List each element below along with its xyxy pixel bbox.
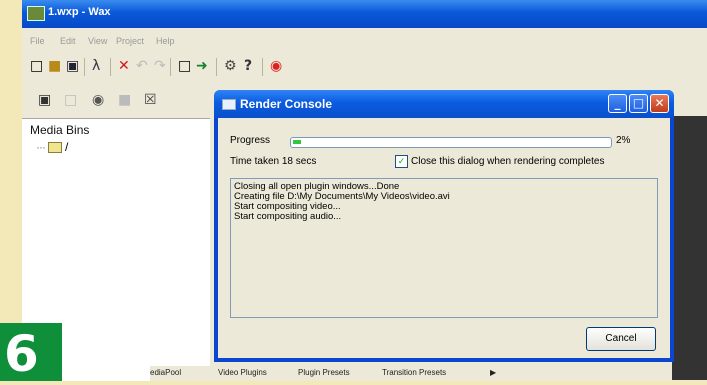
- window-icon[interactable]: □: [178, 56, 191, 76]
- app-icon: [27, 6, 45, 21]
- separator: [84, 58, 85, 76]
- media-icon[interactable]: □: [64, 90, 77, 110]
- close-icon[interactable]: ✕: [650, 94, 669, 113]
- redo-icon[interactable]: ↷: [154, 56, 166, 76]
- menu-project[interactable]: Project: [116, 36, 144, 46]
- folder-icon[interactable]: ■: [118, 90, 131, 110]
- save-icon[interactable]: ▣: [66, 56, 79, 76]
- progress-percent: 2%: [616, 135, 631, 146]
- tab-media-pool[interactable]: ediaPool: [150, 368, 181, 377]
- bottom-tabs: ediaPool Video Plugins Plugin Presets Tr…: [150, 366, 510, 381]
- render-log: Closing all open plugin windows...Done C…: [230, 178, 658, 318]
- menu-edit[interactable]: Edit: [60, 36, 76, 46]
- media-bins-title: Media Bins: [30, 123, 90, 137]
- tab-transition-presets[interactable]: Transition Presets: [382, 368, 446, 377]
- window-title-bar[interactable]: 1.wxp - Wax: [22, 0, 707, 28]
- menu-help[interactable]: Help: [156, 36, 175, 46]
- tab-scroll-right[interactable]: ▶: [490, 368, 496, 377]
- preview-panel: [672, 116, 707, 380]
- progress-bar: [290, 137, 612, 148]
- menu-view[interactable]: View: [88, 36, 107, 46]
- separator: [170, 58, 171, 76]
- minimize-icon[interactable]: _: [608, 94, 627, 113]
- close-on-complete-checkbox[interactable]: ✓: [395, 155, 408, 168]
- settings-icon[interactable]: ⚙: [224, 56, 237, 76]
- log-line: Start compositing audio...: [234, 211, 342, 222]
- tab-video-plugins[interactable]: Video Plugins: [218, 368, 267, 377]
- help-icon[interactable]: ?: [244, 56, 252, 76]
- menu-bar: File Edit View Project Help: [22, 28, 707, 52]
- separator: [262, 58, 263, 76]
- tree-item-label: /: [65, 140, 69, 154]
- delete-icon[interactable]: ✕: [118, 56, 130, 76]
- folder-icon: [48, 142, 62, 154]
- time-taken: Time taken 18 secs: [230, 156, 317, 167]
- window-title: 1.wxp - Wax: [48, 6, 111, 18]
- dialog-title: Render Console: [240, 97, 333, 111]
- media-bin-root[interactable]: ··· /: [36, 140, 68, 154]
- undo-icon[interactable]: ↶: [136, 56, 148, 76]
- step-badge: 6: [0, 323, 62, 383]
- tab-plugin-presets[interactable]: Plugin Presets: [298, 368, 350, 377]
- progress-fill: [293, 140, 301, 144]
- remove-icon[interactable]: ☒: [144, 90, 157, 110]
- console-icon: [222, 99, 236, 110]
- new-icon[interactable]: □: [30, 56, 43, 76]
- export-icon[interactable]: ➜: [196, 56, 208, 76]
- cancel-button[interactable]: Cancel: [586, 327, 656, 351]
- render-console-dialog: Render Console _ □ ✕ Progress 2% Time ta…: [214, 90, 674, 362]
- separator: [110, 58, 111, 76]
- maximize-icon[interactable]: □: [629, 94, 648, 113]
- open-icon[interactable]: ■: [48, 56, 61, 76]
- dialog-body: Progress 2% Time taken 18 secs ✓ Close t…: [218, 118, 670, 358]
- add-media-icon[interactable]: ▣: [38, 90, 51, 110]
- separator: [216, 58, 217, 76]
- render-icon[interactable]: ◉: [270, 56, 282, 76]
- wizard-icon[interactable]: λ: [92, 56, 100, 76]
- menu-file[interactable]: File: [30, 36, 45, 46]
- close-on-complete-label[interactable]: Close this dialog when rendering complet…: [411, 156, 604, 167]
- dialog-title-bar[interactable]: Render Console _ □ ✕: [214, 90, 674, 118]
- tree-connector: ···: [36, 140, 46, 154]
- plugin-icon[interactable]: ◉: [92, 90, 104, 110]
- progress-label: Progress: [230, 135, 271, 146]
